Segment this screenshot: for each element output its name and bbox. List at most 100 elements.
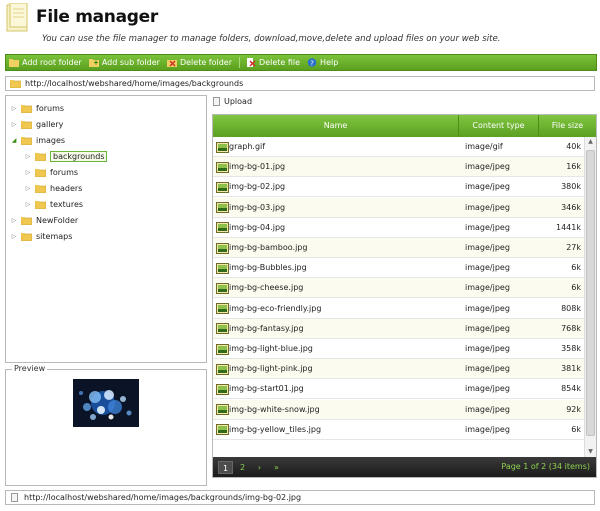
file-name-cell: img-bg-light-blue.jpg [216,339,313,359]
expand-arrow-icon[interactable]: ▷ [24,185,32,192]
file-name-text: img-bg-Bubbles.jpg [229,263,307,273]
tree-item-label: textures [50,200,84,209]
image-file-icon [216,424,229,436]
page-button-2[interactable]: 2 [235,461,250,474]
file-name-text: img-bg-light-pink.jpg [229,364,313,374]
expand-arrow-icon[interactable]: ▷ [24,153,32,160]
delete-file-button[interactable]: Delete file [246,58,300,67]
expand-arrow-icon[interactable]: ▷ [10,121,18,128]
delete-folder-button[interactable]: Delete folder [166,58,233,67]
add-root-folder-icon [9,59,19,67]
scroll-up-icon[interactable]: ▲ [585,137,596,147]
scroll-down-icon[interactable]: ▼ [585,447,596,457]
page-button-1[interactable]: 1 [218,460,233,474]
column-header-name[interactable]: Name [213,115,459,137]
help-button[interactable]: ? Help [307,58,338,67]
table-row[interactable]: graph.gif image/gif 40k [213,137,584,157]
vertical-scrollbar[interactable]: ▲ ▼ [584,137,596,457]
table-row[interactable]: img-bg-fantasy.jpg image/jpeg 768k [213,318,584,339]
content-type-cell: image/jpeg [465,404,510,414]
file-name-text: img-bg-light-blue.jpg [229,344,313,353]
file-size-cell: 768k [561,323,581,333]
folder-icon [35,168,46,177]
collapse-arrow-icon[interactable]: ◢ [10,137,18,144]
table-row[interactable]: img-bg-eco-friendly.jpg image/jpeg 808k [213,299,584,319]
delete-file-icon [247,58,256,67]
upload-file-icon [213,97,220,106]
next-page-button[interactable]: › [252,461,267,474]
image-file-icon [216,161,229,173]
file-grid: Name Content type File size graph.gif ima… [212,114,597,478]
content-type-cell: image/jpeg [465,222,510,232]
toolbar: Add root folder Add sub folder Delete fo… [5,54,597,71]
pager: 1 2 › » Page 1 of 2 (34 items) [213,457,596,477]
file-name-cell: img-bg-light-pink.jpg [216,359,313,379]
pager-info: Page 1 of 2 (34 items) [501,462,590,471]
table-row[interactable]: img-bg-bamboo.jpg image/jpeg 27k [213,238,584,258]
tree-item-newfolder[interactable]: ▷ NewFolder [10,214,78,227]
file-name-cell: img-bg-start01.jpg [216,379,304,399]
help-label: Help [320,58,339,67]
expand-arrow-icon[interactable]: ▷ [10,105,18,112]
tree-item-headers[interactable]: ▷ headers [24,182,83,195]
tree-item-forums[interactable]: ▷ forums [10,102,64,115]
svg-text:?: ? [310,59,314,67]
file-size-cell: 808k [561,303,581,313]
content-type-cell: image/jpeg [465,424,510,434]
table-row[interactable]: img-bg-04.jpg image/jpeg 1441k [213,218,584,238]
tree-item-forums-sub[interactable]: ▷ forums [24,166,78,179]
expand-arrow-icon[interactable]: ▷ [10,217,18,224]
table-row[interactable]: img-bg-white-snow.jpg image/jpeg 92k [213,399,584,420]
delete-folder-label: Delete folder [179,58,233,67]
table-row[interactable]: img-bg-01.jpg image/jpeg 16k [213,157,584,178]
table-row[interactable]: img-bg-yellow_tiles.jpg image/jpeg 6k [213,420,584,440]
content-type-cell: image/jpeg [465,283,510,293]
file-name-text: img-bg-03.jpg [229,202,286,212]
tree-item-sitemaps[interactable]: ▷ sitemaps [10,230,73,243]
content-type-cell: image/gif [465,142,503,151]
folder-icon [21,232,32,241]
upload-button[interactable]: Upload [213,97,252,106]
page-subtitle: You can use the file manager to manage f… [42,34,501,44]
folder-open-icon [21,136,32,145]
image-file-icon [216,141,229,153]
table-row[interactable]: img-bg-02.jpg image/jpeg 380k [213,177,584,198]
file-size-cell: 92k [566,404,581,414]
tree-item-textures[interactable]: ▷ textures [24,198,83,211]
folder-icon [10,79,21,88]
expand-arrow-icon[interactable]: ▷ [24,169,32,176]
tree-item-backgrounds[interactable]: ▷ backgrounds [24,150,108,163]
tree-item-gallery[interactable]: ▷ gallery [10,118,64,131]
preview-label: Preview [12,364,48,373]
table-row[interactable]: img-bg-start01.jpg image/jpeg 854k [213,379,584,400]
expand-arrow-icon[interactable]: ▷ [10,233,18,240]
table-row[interactable]: img-bg-03.jpg image/jpeg 346k [213,197,584,218]
table-row[interactable]: img-bg-cheese.jpg image/jpeg 6k [213,278,584,299]
table-row[interactable]: img-bg-light-blue.jpg image/jpeg 358k [213,339,584,359]
folder-tree: ▷ forums ▷ gallery ◢ images ▷ background… [5,95,207,363]
content-type-cell: image/jpeg [465,182,510,192]
content-type-cell: image/jpeg [465,263,510,273]
tree-item-label: forums [36,104,65,113]
delete-file-label: Delete file [259,58,301,67]
column-header-content-type[interactable]: Content type [459,115,539,137]
scroll-thumb[interactable] [586,150,595,436]
tree-item-images[interactable]: ◢ images [10,134,65,147]
content-type-cell: image/jpeg [465,202,510,212]
table-row[interactable]: img-bg-light-pink.jpg image/jpeg 381k [213,359,584,380]
add-sub-folder-icon [88,59,99,67]
current-path-text: http://localhost/webshared/home/images/b… [25,79,244,88]
file-size-cell: 346k [561,202,581,212]
table-row[interactable]: img-bg-Bubbles.jpg image/jpeg 6k [213,258,584,279]
expand-arrow-icon[interactable]: ▷ [24,201,32,208]
image-file-icon [216,383,229,395]
current-path-bar[interactable]: http://localhost/webshared/home/images/b… [5,76,595,91]
page-header: File manager You can use the file manage… [0,0,600,52]
add-sub-folder-button[interactable]: Add sub folder [88,58,160,67]
last-page-button[interactable]: » [269,461,284,474]
tree-item-label: forums [50,168,79,177]
add-root-folder-button[interactable]: Add root folder [9,58,82,67]
column-header-file-size[interactable]: File size [539,115,596,137]
image-file-icon [216,343,229,355]
selected-file-path-bar: http://localhost/webshared/home/images/b… [5,490,595,505]
